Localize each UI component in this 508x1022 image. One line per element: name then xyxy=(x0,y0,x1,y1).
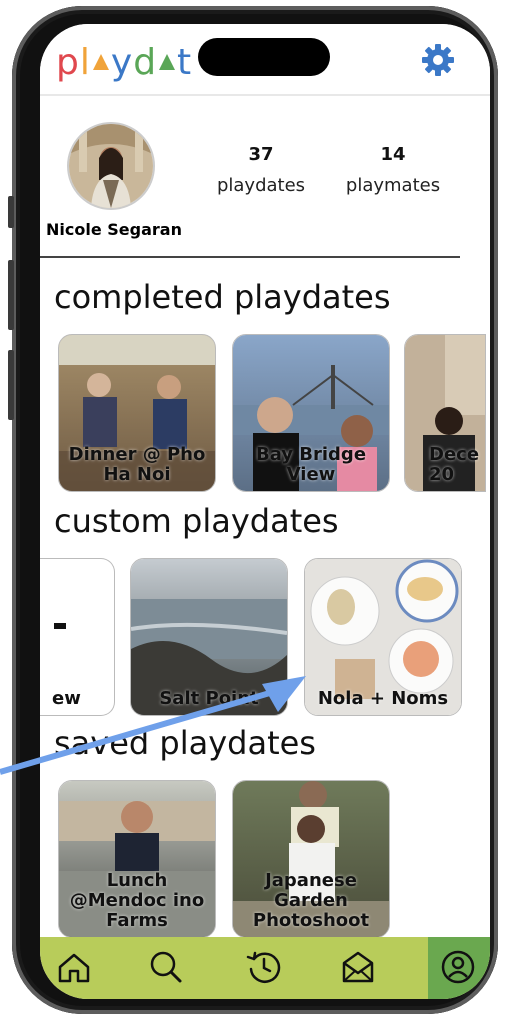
card-caption: ew xyxy=(52,688,81,709)
custom-card-nola-noms[interactable]: Nola + Noms xyxy=(304,558,462,716)
playmates-label: playmates xyxy=(345,175,441,196)
app-header: pl yd t xyxy=(40,24,490,96)
bottom-nav xyxy=(40,937,490,999)
avatar[interactable] xyxy=(67,122,155,210)
profile-icon[interactable] xyxy=(438,947,478,987)
playmates-stat[interactable]: 14 playmates xyxy=(338,144,448,196)
saved-card-japanese-garden[interactable]: Japanese Garden Photoshoot xyxy=(232,780,390,938)
saved-card-mendocino-farms[interactable]: Lunch @Mendoc ino Farms xyxy=(58,780,216,938)
playdates-stat[interactable]: 37 playdates xyxy=(206,144,316,196)
playdates-count: 37 xyxy=(248,144,274,165)
card-caption: Bay Bridge View xyxy=(255,444,367,485)
mail-icon[interactable] xyxy=(338,947,378,987)
card-caption: Dinner @ Pho Ha Noi xyxy=(68,444,206,485)
card-caption: Dece 20 xyxy=(429,444,480,485)
custom-playdates-title: custom playdates xyxy=(54,502,339,540)
phone-volume-down xyxy=(8,350,14,420)
logo-triangle-icon xyxy=(92,54,109,70)
phone-mute-switch xyxy=(8,196,14,228)
custom-card-salt-point[interactable]: Salt Point xyxy=(130,558,288,716)
playdates-label: playdates xyxy=(216,175,306,196)
app-screen: pl yd t Nicole Segaran 37 playdates 14 p… xyxy=(40,24,490,999)
playdate-logo[interactable]: pl yd t xyxy=(56,42,192,83)
card-caption: Salt Point xyxy=(159,688,259,709)
custom-card-new[interactable]: ew xyxy=(40,558,115,716)
completed-card-bay-bridge[interactable]: Bay Bridge View xyxy=(232,334,390,492)
dynamic-island xyxy=(198,38,330,76)
card-caption: Nola + Noms xyxy=(317,688,449,709)
profile-summary: Nicole Segaran 37 playdates 14 playmates xyxy=(40,94,490,258)
minus-icon xyxy=(54,623,66,629)
completed-card-pho-ha-noi[interactable]: Dinner @ Pho Ha Noi xyxy=(58,334,216,492)
saved-playdates-title: saved playdates xyxy=(54,724,316,762)
profile-divider xyxy=(40,256,460,258)
card-caption: Japanese Garden Photoshoot xyxy=(252,870,370,931)
completed-playdates-title: completed playdates xyxy=(54,278,391,316)
search-icon[interactable] xyxy=(146,947,186,987)
playmates-count: 14 xyxy=(380,144,406,165)
gear-icon[interactable] xyxy=(420,42,456,78)
card-caption: Lunch @Mendoc ino Farms xyxy=(69,870,205,931)
logo-triangle-icon xyxy=(159,54,176,70)
completed-card-december[interactable]: Dece 20 xyxy=(404,334,486,492)
user-name: Nicole Segaran xyxy=(46,220,182,239)
phone-volume-up xyxy=(8,260,14,330)
history-icon[interactable] xyxy=(244,947,284,987)
home-icon[interactable] xyxy=(54,947,94,987)
